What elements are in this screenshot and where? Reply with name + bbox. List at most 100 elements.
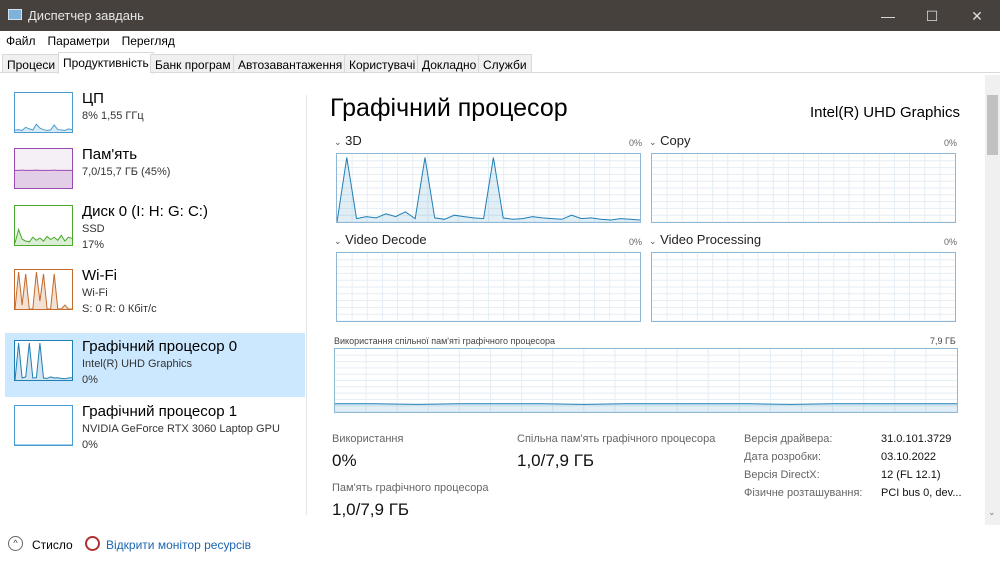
sidebar-item-detail: Wi-Fi xyxy=(82,287,108,299)
sidebar-item-value: 0% xyxy=(82,374,98,386)
sidebar-item-title: Диск 0 (I: H: G: C:) xyxy=(82,203,208,220)
thumbnail-graph xyxy=(14,205,73,246)
open-resource-monitor-link[interactable]: Відкрити монітор ресурсів xyxy=(106,538,251,552)
menu-bar: Файл Параметри Перегляд xyxy=(0,31,1000,51)
engine-graph xyxy=(336,252,641,322)
sidebar-item-detail: NVIDIA GeForce RTX 3060 Laptop GPU xyxy=(82,423,280,435)
sidebar-item-0[interactable]: ЦП 8% 1,55 ГГц xyxy=(5,85,305,149)
shared-memory-label: Спільна пам'ять графічного процесора xyxy=(517,433,716,445)
tab-bar: Процеси Продуктивність Банк програм Авто… xyxy=(0,52,1000,74)
info-value: 31.0.101.3729 xyxy=(881,433,952,445)
sidebar-item-3[interactable]: Wi-Fi Wi-Fi S: 0 R: 0 Кбіт/с xyxy=(5,262,305,326)
engine-graph xyxy=(651,252,956,322)
chevron-down-icon: ⌄ xyxy=(649,137,657,147)
info-value: 12 (FL 12.1) xyxy=(881,469,941,481)
sidebar-item-1[interactable]: Пам'ять 7,0/15,7 ГБ (45%) xyxy=(5,141,305,205)
engine-selector-2[interactable]: ⌄ Video Decode xyxy=(334,232,427,247)
scrollbar[interactable]: ⌄ xyxy=(985,75,1000,525)
thumbnail-graph xyxy=(14,92,73,133)
shared-graph-label: Використання спільної пам'яті графічного… xyxy=(334,336,556,346)
graph-line xyxy=(15,227,72,245)
chevron-down-icon: ⌄ xyxy=(334,236,342,246)
info-key: Дата розробки: xyxy=(744,451,822,463)
engine-graph xyxy=(336,153,641,223)
graph-line xyxy=(15,271,72,309)
maximize-button[interactable]: ☐ xyxy=(909,4,955,28)
chevron-down-icon: ⌄ xyxy=(334,137,342,147)
graph-line xyxy=(15,123,72,132)
shared-memory-graph xyxy=(334,348,958,413)
engine-label: Copy xyxy=(660,133,691,148)
scrollbar-thumb[interactable] xyxy=(987,95,998,155)
title-bar: Диспетчер завдань — ☐ ✕ xyxy=(0,0,1000,31)
engine-percent: 0% xyxy=(944,237,958,247)
engine-percent: 0% xyxy=(629,237,643,247)
engine-percent: 0% xyxy=(629,138,643,148)
fewer-details-button[interactable]: Стисло xyxy=(32,538,73,552)
device-name: Intel(R) UHD Graphics xyxy=(809,104,960,121)
sidebar-item-4[interactable]: Графічний процесор 0 Intel(R) UHD Graphi… xyxy=(5,333,305,397)
sidebar-item-detail: 7,0/15,7 ГБ (45%) xyxy=(82,166,171,178)
sidebar-item-value: 0% xyxy=(82,439,98,451)
graph-grid xyxy=(652,154,955,222)
sidebar-item-title: ЦП xyxy=(82,90,104,107)
sidebar-item-detail: SSD xyxy=(82,223,105,235)
engine-selector-0[interactable]: ⌄ 3D xyxy=(334,133,362,148)
engine-graph xyxy=(651,153,956,223)
tab-startup[interactable]: Автозавантаження xyxy=(233,54,348,73)
tab-details[interactable]: Докладно xyxy=(417,54,482,73)
engine-selector-3[interactable]: ⌄ Video Processing xyxy=(649,232,761,247)
minimize-button[interactable]: — xyxy=(865,4,911,28)
chevron-down-icon: ⌄ xyxy=(649,236,657,246)
menu-view[interactable]: Перегляд xyxy=(122,34,175,48)
footer: ^ Стисло Відкрити монітор ресурсів xyxy=(0,530,1000,563)
close-button[interactable]: ✕ xyxy=(954,4,1000,28)
collapse-icon[interactable]: ^ xyxy=(8,536,23,551)
tab-users[interactable]: Користувачі xyxy=(344,54,421,73)
sidebar-item-value: S: 0 R: 0 Кбіт/с xyxy=(82,303,157,315)
sidebar-item-5[interactable]: Графічний процесор 1 NVIDIA GeForce RTX … xyxy=(5,398,305,462)
gpu-memory-value: 1,0/7,9 ГБ xyxy=(332,500,410,519)
engine-label: Video Processing xyxy=(660,232,762,247)
info-value: 03.10.2022 xyxy=(881,451,937,463)
tab-performance[interactable]: Продуктивність xyxy=(58,52,154,74)
graph-line xyxy=(15,342,72,380)
scroll-down-icon[interactable]: ⌄ xyxy=(988,507,996,518)
thumbnail-graph xyxy=(14,148,73,189)
tab-services[interactable]: Служби xyxy=(478,54,532,73)
info-key: Версія драйвера: xyxy=(744,433,833,445)
menu-options[interactable]: Параметри xyxy=(48,34,110,48)
sidebar-item-title: Пам'ять xyxy=(82,146,138,163)
sidebar-item-title: Графічний процесор 1 xyxy=(82,403,238,420)
info-key: Фізичне розташування: xyxy=(744,487,863,499)
thumbnail-graph xyxy=(14,269,73,310)
menu-file[interactable]: Файл xyxy=(6,34,36,48)
engine-percent: 0% xyxy=(944,138,958,148)
sidebar-item-detail: Intel(R) UHD Graphics xyxy=(82,358,193,370)
page-title: Графічний процесор xyxy=(330,94,568,122)
sidebar-item-value: 17% xyxy=(82,239,105,251)
info-key: Версія DirectX: xyxy=(744,469,820,481)
sidebar-item-detail: 8% 1,55 ГГц xyxy=(82,110,144,122)
engine-selector-1[interactable]: ⌄ Copy xyxy=(649,133,691,148)
graph-line xyxy=(15,444,72,445)
graph-line xyxy=(15,169,72,188)
app-icon xyxy=(8,9,22,20)
engine-label: Video Decode xyxy=(345,232,427,247)
sidebar-item-2[interactable]: Диск 0 (I: H: G: C:) SSD 17% xyxy=(5,198,305,262)
shared-memory-value: 1,0/7,9 ГБ xyxy=(517,451,595,470)
graph-line xyxy=(335,403,957,412)
graph-grid xyxy=(337,253,640,321)
shared-graph-max: 7,9 ГБ xyxy=(930,336,956,346)
usage-value: 0% xyxy=(332,451,357,470)
info-value: PCI bus 0, dev... xyxy=(881,487,962,499)
graph-line xyxy=(337,157,640,222)
sidebar-item-title: Wi-Fi xyxy=(82,267,117,284)
tab-processes[interactable]: Процеси xyxy=(2,54,61,73)
engine-label: 3D xyxy=(345,133,362,148)
thumbnail-graph xyxy=(14,405,73,446)
tab-app-history[interactable]: Банк програм xyxy=(150,54,236,73)
graph-grid xyxy=(652,253,955,321)
divider xyxy=(306,95,307,515)
sidebar-item-title: Графічний процесор 0 xyxy=(82,338,238,355)
